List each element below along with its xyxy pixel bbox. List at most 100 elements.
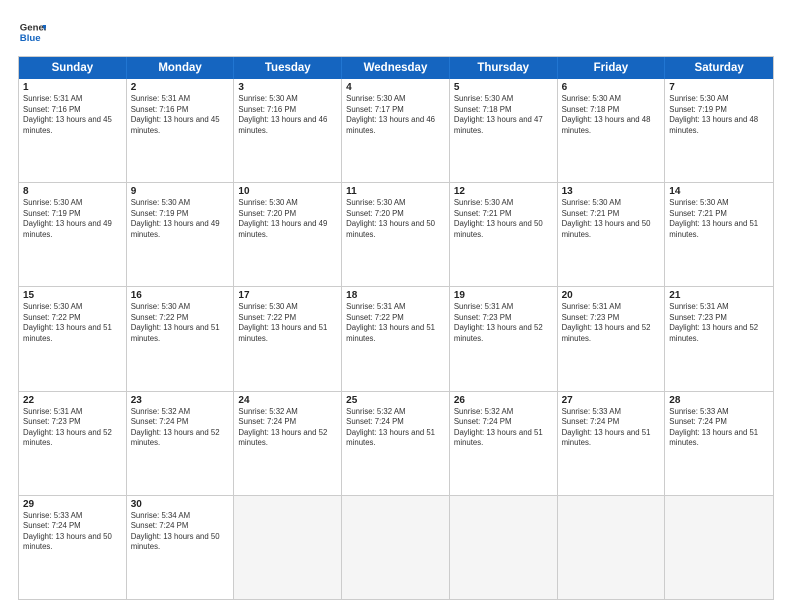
calendar-body: 1Sunrise: 5:31 AM Sunset: 7:16 PM Daylig…	[19, 79, 773, 599]
calendar-row-2: 8Sunrise: 5:30 AM Sunset: 7:19 PM Daylig…	[19, 183, 773, 287]
cell-sun-info: Sunrise: 5:32 AM Sunset: 7:24 PM Dayligh…	[131, 407, 230, 449]
day-number: 28	[669, 395, 769, 406]
svg-text:General: General	[20, 22, 46, 33]
day-number: 3	[238, 82, 337, 93]
day-number: 13	[562, 186, 661, 197]
cell-sun-info: Sunrise: 5:30 AM Sunset: 7:22 PM Dayligh…	[238, 302, 337, 344]
cell-sun-info: Sunrise: 5:30 AM Sunset: 7:16 PM Dayligh…	[238, 94, 337, 136]
day-number: 9	[131, 186, 230, 197]
header: General Blue	[18, 18, 774, 46]
cell-sun-info: Sunrise: 5:31 AM Sunset: 7:16 PM Dayligh…	[131, 94, 230, 136]
cell-sun-info: Sunrise: 5:30 AM Sunset: 7:22 PM Dayligh…	[23, 302, 122, 344]
calendar-cell: 5Sunrise: 5:30 AM Sunset: 7:18 PM Daylig…	[450, 79, 558, 182]
calendar-cell: 14Sunrise: 5:30 AM Sunset: 7:21 PM Dayli…	[665, 183, 773, 286]
day-number: 10	[238, 186, 337, 197]
calendar-row-1: 1Sunrise: 5:31 AM Sunset: 7:16 PM Daylig…	[19, 79, 773, 183]
calendar-cell: 11Sunrise: 5:30 AM Sunset: 7:20 PM Dayli…	[342, 183, 450, 286]
calendar-cell: 3Sunrise: 5:30 AM Sunset: 7:16 PM Daylig…	[234, 79, 342, 182]
calendar-header: SundayMondayTuesdayWednesdayThursdayFrid…	[19, 57, 773, 79]
calendar-cell: 28Sunrise: 5:33 AM Sunset: 7:24 PM Dayli…	[665, 392, 773, 495]
calendar-cell: 10Sunrise: 5:30 AM Sunset: 7:20 PM Dayli…	[234, 183, 342, 286]
calendar-cell: 4Sunrise: 5:30 AM Sunset: 7:17 PM Daylig…	[342, 79, 450, 182]
cell-sun-info: Sunrise: 5:30 AM Sunset: 7:21 PM Dayligh…	[454, 198, 553, 240]
calendar-row-3: 15Sunrise: 5:30 AM Sunset: 7:22 PM Dayli…	[19, 287, 773, 391]
day-number: 17	[238, 290, 337, 301]
cell-sun-info: Sunrise: 5:30 AM Sunset: 7:20 PM Dayligh…	[346, 198, 445, 240]
cell-sun-info: Sunrise: 5:30 AM Sunset: 7:19 PM Dayligh…	[669, 94, 769, 136]
cell-sun-info: Sunrise: 5:33 AM Sunset: 7:24 PM Dayligh…	[562, 407, 661, 449]
calendar-cell: 16Sunrise: 5:30 AM Sunset: 7:22 PM Dayli…	[127, 287, 235, 390]
calendar-cell: 27Sunrise: 5:33 AM Sunset: 7:24 PM Dayli…	[558, 392, 666, 495]
calendar-cell	[558, 496, 666, 599]
calendar-cell: 22Sunrise: 5:31 AM Sunset: 7:23 PM Dayli…	[19, 392, 127, 495]
cell-sun-info: Sunrise: 5:32 AM Sunset: 7:24 PM Dayligh…	[346, 407, 445, 449]
calendar-row-5: 29Sunrise: 5:33 AM Sunset: 7:24 PM Dayli…	[19, 496, 773, 599]
calendar: SundayMondayTuesdayWednesdayThursdayFrid…	[18, 56, 774, 600]
calendar-cell: 6Sunrise: 5:30 AM Sunset: 7:18 PM Daylig…	[558, 79, 666, 182]
day-number: 23	[131, 395, 230, 406]
calendar-cell: 21Sunrise: 5:31 AM Sunset: 7:23 PM Dayli…	[665, 287, 773, 390]
cell-sun-info: Sunrise: 5:31 AM Sunset: 7:23 PM Dayligh…	[454, 302, 553, 344]
day-number: 16	[131, 290, 230, 301]
day-number: 21	[669, 290, 769, 301]
calendar-cell	[234, 496, 342, 599]
day-number: 27	[562, 395, 661, 406]
day-number: 29	[23, 499, 122, 510]
header-day-sunday: Sunday	[19, 57, 127, 79]
day-number: 20	[562, 290, 661, 301]
cell-sun-info: Sunrise: 5:33 AM Sunset: 7:24 PM Dayligh…	[23, 511, 122, 553]
header-day-saturday: Saturday	[665, 57, 773, 79]
cell-sun-info: Sunrise: 5:31 AM Sunset: 7:23 PM Dayligh…	[23, 407, 122, 449]
day-number: 25	[346, 395, 445, 406]
day-number: 8	[23, 186, 122, 197]
day-number: 14	[669, 186, 769, 197]
cell-sun-info: Sunrise: 5:32 AM Sunset: 7:24 PM Dayligh…	[454, 407, 553, 449]
day-number: 2	[131, 82, 230, 93]
cell-sun-info: Sunrise: 5:30 AM Sunset: 7:22 PM Dayligh…	[131, 302, 230, 344]
calendar-cell: 29Sunrise: 5:33 AM Sunset: 7:24 PM Dayli…	[19, 496, 127, 599]
calendar-cell: 19Sunrise: 5:31 AM Sunset: 7:23 PM Dayli…	[450, 287, 558, 390]
page: General Blue SundayMondayTuesdayWednesda…	[0, 0, 792, 612]
calendar-cell: 9Sunrise: 5:30 AM Sunset: 7:19 PM Daylig…	[127, 183, 235, 286]
cell-sun-info: Sunrise: 5:30 AM Sunset: 7:17 PM Dayligh…	[346, 94, 445, 136]
calendar-cell: 12Sunrise: 5:30 AM Sunset: 7:21 PM Dayli…	[450, 183, 558, 286]
calendar-cell: 23Sunrise: 5:32 AM Sunset: 7:24 PM Dayli…	[127, 392, 235, 495]
cell-sun-info: Sunrise: 5:31 AM Sunset: 7:22 PM Dayligh…	[346, 302, 445, 344]
calendar-cell: 15Sunrise: 5:30 AM Sunset: 7:22 PM Dayli…	[19, 287, 127, 390]
cell-sun-info: Sunrise: 5:31 AM Sunset: 7:16 PM Dayligh…	[23, 94, 122, 136]
day-number: 5	[454, 82, 553, 93]
calendar-cell	[665, 496, 773, 599]
cell-sun-info: Sunrise: 5:30 AM Sunset: 7:21 PM Dayligh…	[562, 198, 661, 240]
logo-icon: General Blue	[18, 18, 46, 46]
day-number: 11	[346, 186, 445, 197]
day-number: 4	[346, 82, 445, 93]
cell-sun-info: Sunrise: 5:31 AM Sunset: 7:23 PM Dayligh…	[669, 302, 769, 344]
calendar-cell: 30Sunrise: 5:34 AM Sunset: 7:24 PM Dayli…	[127, 496, 235, 599]
calendar-cell: 13Sunrise: 5:30 AM Sunset: 7:21 PM Dayli…	[558, 183, 666, 286]
day-number: 24	[238, 395, 337, 406]
cell-sun-info: Sunrise: 5:32 AM Sunset: 7:24 PM Dayligh…	[238, 407, 337, 449]
day-number: 22	[23, 395, 122, 406]
day-number: 1	[23, 82, 122, 93]
cell-sun-info: Sunrise: 5:30 AM Sunset: 7:19 PM Dayligh…	[23, 198, 122, 240]
calendar-cell: 7Sunrise: 5:30 AM Sunset: 7:19 PM Daylig…	[665, 79, 773, 182]
cell-sun-info: Sunrise: 5:30 AM Sunset: 7:18 PM Dayligh…	[562, 94, 661, 136]
logo: General Blue	[18, 18, 50, 46]
day-number: 26	[454, 395, 553, 406]
cell-sun-info: Sunrise: 5:30 AM Sunset: 7:18 PM Dayligh…	[454, 94, 553, 136]
header-day-thursday: Thursday	[450, 57, 558, 79]
day-number: 12	[454, 186, 553, 197]
header-day-monday: Monday	[127, 57, 235, 79]
day-number: 18	[346, 290, 445, 301]
cell-sun-info: Sunrise: 5:33 AM Sunset: 7:24 PM Dayligh…	[669, 407, 769, 449]
cell-sun-info: Sunrise: 5:34 AM Sunset: 7:24 PM Dayligh…	[131, 511, 230, 553]
calendar-cell: 17Sunrise: 5:30 AM Sunset: 7:22 PM Dayli…	[234, 287, 342, 390]
calendar-cell: 25Sunrise: 5:32 AM Sunset: 7:24 PM Dayli…	[342, 392, 450, 495]
header-day-tuesday: Tuesday	[234, 57, 342, 79]
header-day-friday: Friday	[558, 57, 666, 79]
calendar-cell: 24Sunrise: 5:32 AM Sunset: 7:24 PM Dayli…	[234, 392, 342, 495]
calendar-cell	[450, 496, 558, 599]
calendar-cell	[342, 496, 450, 599]
calendar-cell: 1Sunrise: 5:31 AM Sunset: 7:16 PM Daylig…	[19, 79, 127, 182]
cell-sun-info: Sunrise: 5:31 AM Sunset: 7:23 PM Dayligh…	[562, 302, 661, 344]
